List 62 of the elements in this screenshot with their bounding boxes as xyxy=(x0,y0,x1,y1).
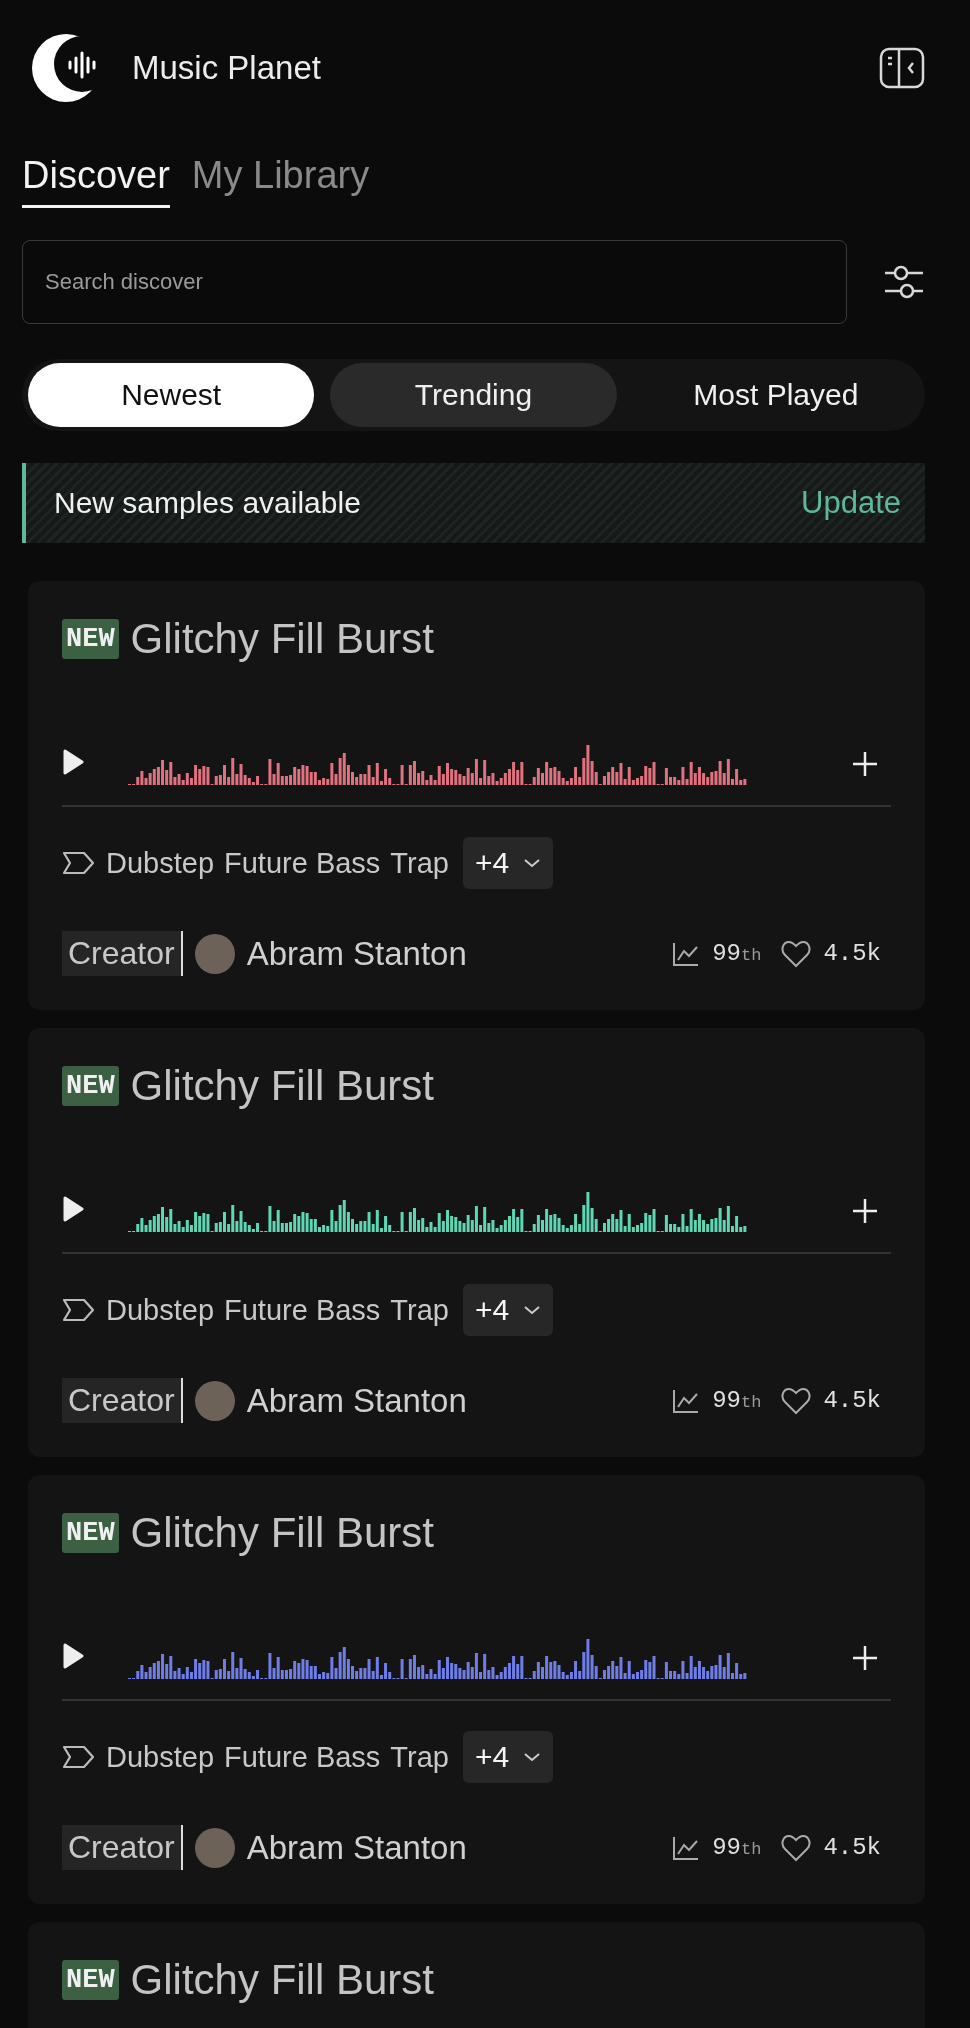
new-badge: NEW xyxy=(62,1066,119,1106)
app-title: Music Planet xyxy=(132,49,321,87)
genre-tag: Future Bass xyxy=(224,1740,381,1774)
genre-tag: Dubstep xyxy=(106,846,214,880)
genre-tag: Trap xyxy=(390,1740,449,1774)
new-badge: NEW xyxy=(62,1960,119,2000)
sample-title: Glitchy Fill Burst xyxy=(130,1062,434,1110)
genre-tag: Trap xyxy=(390,1293,449,1327)
line-chart-icon xyxy=(672,940,701,967)
add-button[interactable] xyxy=(851,1197,879,1225)
update-link[interactable]: Update xyxy=(801,485,901,521)
likes-count: 4.5k xyxy=(823,1387,881,1414)
sample-title: Glitchy Fill Burst xyxy=(130,615,434,663)
genre-tag: Future Bass xyxy=(224,846,381,880)
tag-icon xyxy=(62,1297,96,1323)
rank-stat: 99th xyxy=(712,1834,762,1861)
filter-sliders-icon[interactable] xyxy=(883,263,925,301)
banner-message: New samples available xyxy=(54,486,361,520)
more-tags-button[interactable]: +4 xyxy=(462,1284,554,1336)
genre-tag: Dubstep xyxy=(106,1740,214,1774)
genre-tag: Dubstep xyxy=(106,1293,214,1327)
creator-name[interactable]: Abram Stanton xyxy=(246,934,467,973)
genre-tag: Trap xyxy=(390,846,449,880)
sample-title: Glitchy Fill Burst xyxy=(130,1509,434,1557)
creator-label: Creator xyxy=(62,931,183,976)
heart-icon[interactable] xyxy=(781,1833,812,1862)
sort-option[interactable]: Newest xyxy=(28,363,315,427)
rank-stat: 99th xyxy=(712,940,762,967)
chevron-down-icon xyxy=(523,1305,542,1315)
creator-name[interactable]: Abram Stanton xyxy=(246,1381,467,1420)
avatar-circle xyxy=(194,1827,235,1868)
add-button[interactable] xyxy=(851,1644,879,1672)
creator-label: Creator xyxy=(62,1825,183,1870)
avatar-circle xyxy=(194,933,235,974)
add-button[interactable] xyxy=(851,750,879,778)
genre-tag: Future Bass xyxy=(224,1293,381,1327)
nav-tab[interactable]: Discover xyxy=(22,154,170,208)
more-tags-button[interactable]: +4 xyxy=(462,1731,554,1783)
line-chart-icon xyxy=(672,1387,701,1414)
sort-option[interactable]: Trending xyxy=(330,363,617,427)
sidebar-panel-icon[interactable] xyxy=(879,47,925,89)
nav-tab[interactable]: My Library xyxy=(191,154,370,208)
more-tags-button[interactable]: +4 xyxy=(462,837,554,889)
rank-stat: 99th xyxy=(712,1387,762,1414)
creator-name[interactable]: Abram Stanton xyxy=(246,1828,467,1867)
line-chart-icon xyxy=(672,1834,701,1861)
avatar-circle xyxy=(194,1380,235,1421)
sort-option[interactable]: Most Played xyxy=(632,363,919,427)
likes-count: 4.5k xyxy=(823,1834,881,1861)
chevron-down-icon xyxy=(523,858,542,868)
chevron-down-icon xyxy=(523,1752,542,1762)
tag-icon xyxy=(62,1744,96,1770)
search-field[interactable]: Search discover xyxy=(22,240,847,324)
heart-icon[interactable] xyxy=(781,939,812,968)
sample-title: Glitchy Fill Burst xyxy=(130,1956,434,2004)
likes-count: 4.5k xyxy=(823,940,881,967)
creator-label: Creator xyxy=(62,1378,183,1423)
moon-soundwave-logo xyxy=(32,32,102,104)
tag-icon xyxy=(62,850,96,876)
heart-icon[interactable] xyxy=(781,1386,812,1415)
new-badge: NEW xyxy=(62,619,119,659)
new-badge: NEW xyxy=(62,1513,119,1553)
